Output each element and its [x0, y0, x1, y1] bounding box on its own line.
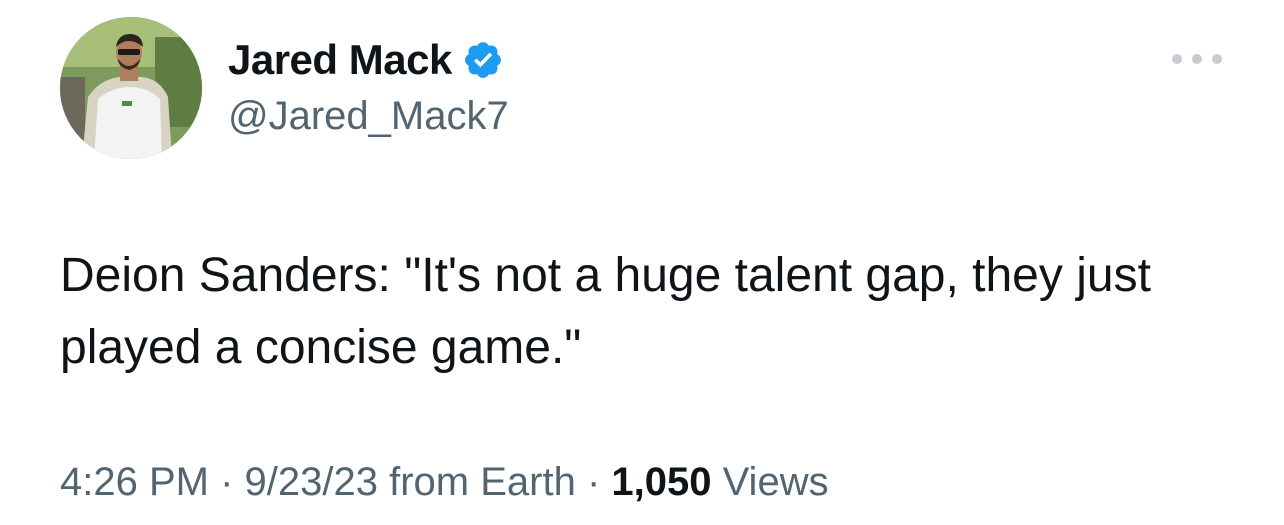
author-display-name[interactable]: Jared Mack — [228, 36, 452, 84]
tweet-date[interactable]: 9/23/23 — [245, 460, 378, 504]
tweet-metadata: 4:26 PM · 9/23/23 from Earth · 1,050 Vie… — [60, 460, 829, 505]
more-options-button[interactable] — [1172, 44, 1222, 74]
more-options-icon — [1172, 54, 1182, 64]
avatar-photo — [60, 17, 202, 159]
avatar[interactable] — [60, 17, 202, 159]
more-options-icon — [1192, 54, 1202, 64]
verified-badge-icon — [462, 39, 504, 81]
views-label: Views — [711, 460, 829, 504]
tweet-source: from Earth — [377, 460, 576, 504]
tweet-text: Deion Sanders: "It's not a huge talent g… — [60, 249, 1151, 374]
author-name-row: Jared Mack — [228, 34, 504, 86]
author-handle[interactable]: @Jared_Mack7 — [228, 94, 509, 139]
meta-separator: · — [208, 460, 245, 504]
tweet-time[interactable]: 4:26 PM — [60, 460, 209, 504]
tweet-card: Jared Mack @Jared_Mack7 Deion Sanders: "… — [0, 0, 1284, 525]
views-count: 1,050 — [611, 460, 712, 504]
more-options-icon — [1212, 54, 1222, 64]
meta-separator: · — [575, 460, 612, 504]
